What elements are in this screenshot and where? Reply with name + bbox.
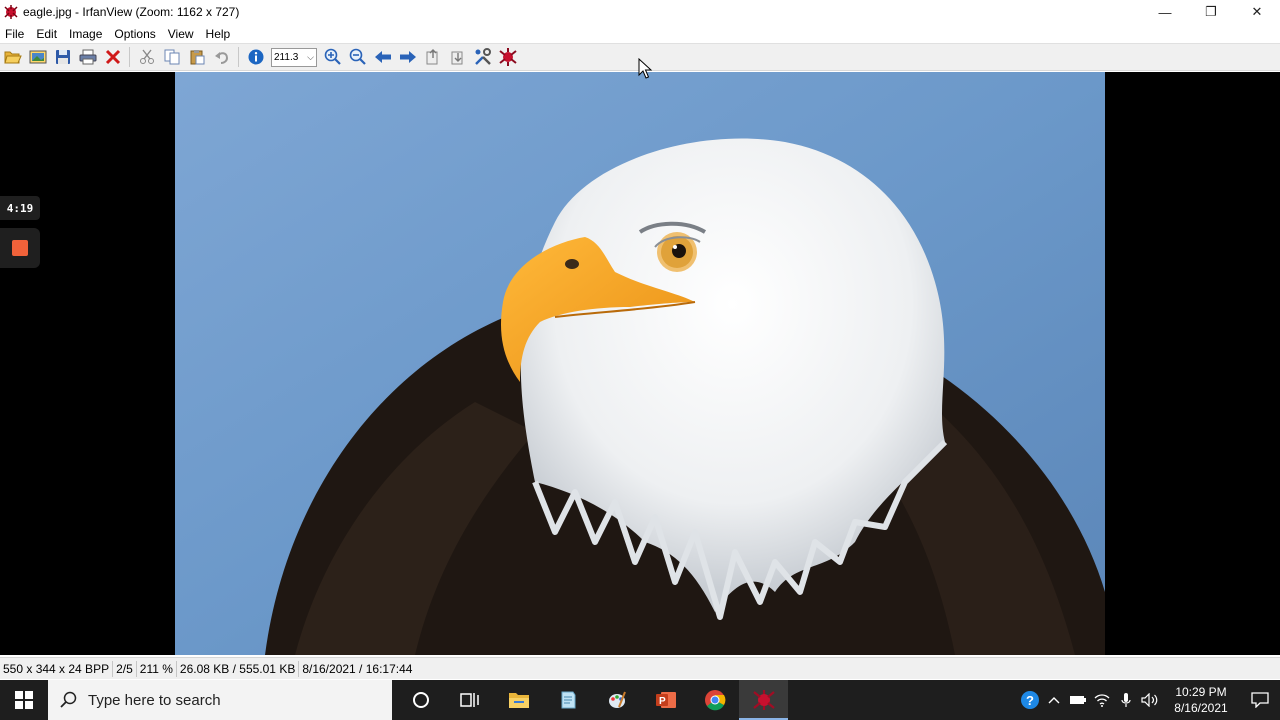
image-dimensions: 550 x 344 x 24 BPP [0,660,114,677]
volume-icon[interactable] [1138,680,1162,720]
file-datetime: 8/16/2021 / 16:17:44 [302,661,413,676]
menu-image[interactable]: Image [63,27,108,41]
powerpoint-icon[interactable]: P [641,680,690,720]
menu-help[interactable]: Help [200,27,237,41]
zoom-out-icon[interactable] [348,47,368,67]
open-icon[interactable] [3,47,23,67]
move-to-icon[interactable] [448,47,468,67]
taskbar-search[interactable]: Type here to search [48,680,392,720]
slideshow-icon[interactable] [28,47,48,67]
previous-icon[interactable] [373,47,393,67]
chrome-icon[interactable] [690,680,739,720]
notepad-icon[interactable] [543,680,592,720]
help-icon[interactable]: ? [1018,680,1042,720]
microphone-icon[interactable] [1114,680,1138,720]
status-bar: 550 x 344 x 24 BPP 2/5 211 % 26.08 KB / … [0,657,1280,679]
taskbar: Type here to search P ? 10:29 PM 8/16/20… [0,680,1280,720]
search-icon [60,691,77,708]
print-icon[interactable] [78,47,98,67]
menu-bar: File Edit Image Options View Help [0,24,1280,43]
zoom-select[interactable]: 211.3 ⌵ [271,47,317,67]
chevron-down-icon: ⌵ [307,51,314,62]
delete-icon[interactable] [103,47,123,67]
eagle-photo [175,72,1105,655]
save-icon[interactable] [53,47,73,67]
task-view-icon[interactable] [445,680,494,720]
battery-icon[interactable] [1066,680,1090,720]
copy-icon[interactable] [162,47,182,67]
menu-view[interactable]: View [162,27,200,41]
title-bar: eagle.jpg - IrfanView (Zoom: 1162 x 727)… [0,0,1280,24]
svg-text:?: ? [1026,693,1034,708]
menu-edit[interactable]: Edit [30,27,63,41]
wifi-icon[interactable] [1090,680,1114,720]
mouse-cursor-icon [638,58,652,79]
next-icon[interactable] [398,47,418,67]
image-viewer[interactable]: 4:19 [0,72,1280,655]
toolbar-separator [129,47,130,67]
taskbar-clock[interactable]: 10:29 PM 8/16/2021 [1162,684,1240,716]
toolbar-separator [238,47,239,67]
zoom-in-icon[interactable] [323,47,343,67]
file-size: 26.08 KB / 555.01 KB [177,660,300,677]
paint-icon[interactable] [592,680,641,720]
system-tray: ? 10:29 PM 8/16/2021 [1018,680,1280,720]
start-button[interactable] [0,680,48,720]
stop-icon [12,240,28,256]
copy-to-icon[interactable] [423,47,443,67]
image-index: 2/5 [113,660,137,677]
stop-recording-button[interactable] [0,228,40,268]
notification-icon[interactable] [1240,680,1280,720]
minimize-button[interactable]: — [1142,0,1188,24]
restore-button[interactable]: ❐ [1188,0,1234,24]
svg-text:P: P [659,696,666,707]
recording-timer: 4:19 [0,196,40,220]
paste-icon[interactable] [187,47,207,67]
undo-icon[interactable] [212,47,232,67]
close-button[interactable]: ✕ [1234,0,1280,24]
clock-time: 10:29 PM [1175,685,1227,699]
cortana-icon[interactable] [396,680,445,720]
window-title: eagle.jpg - IrfanView (Zoom: 1162 x 727) [23,5,240,19]
window-controls: — ❐ ✕ [1142,0,1280,24]
search-placeholder: Type here to search [88,691,221,709]
zoom-percent: 211 % [137,660,177,677]
info-icon[interactable] [246,47,266,67]
clock-date: 8/16/2021 [1174,701,1228,715]
chevron-up-icon[interactable] [1042,680,1066,720]
about-icon[interactable] [498,47,518,67]
file-explorer-icon[interactable] [494,680,543,720]
irfanview-logo-icon [4,5,18,19]
irfanview-taskbar-icon[interactable] [739,680,788,720]
menu-file[interactable]: File [0,27,30,41]
settings-icon[interactable] [473,47,493,67]
menu-options[interactable]: Options [108,27,161,41]
cut-icon[interactable] [137,47,157,67]
zoom-value: 211.3 [274,51,299,63]
windows-icon [15,691,33,709]
